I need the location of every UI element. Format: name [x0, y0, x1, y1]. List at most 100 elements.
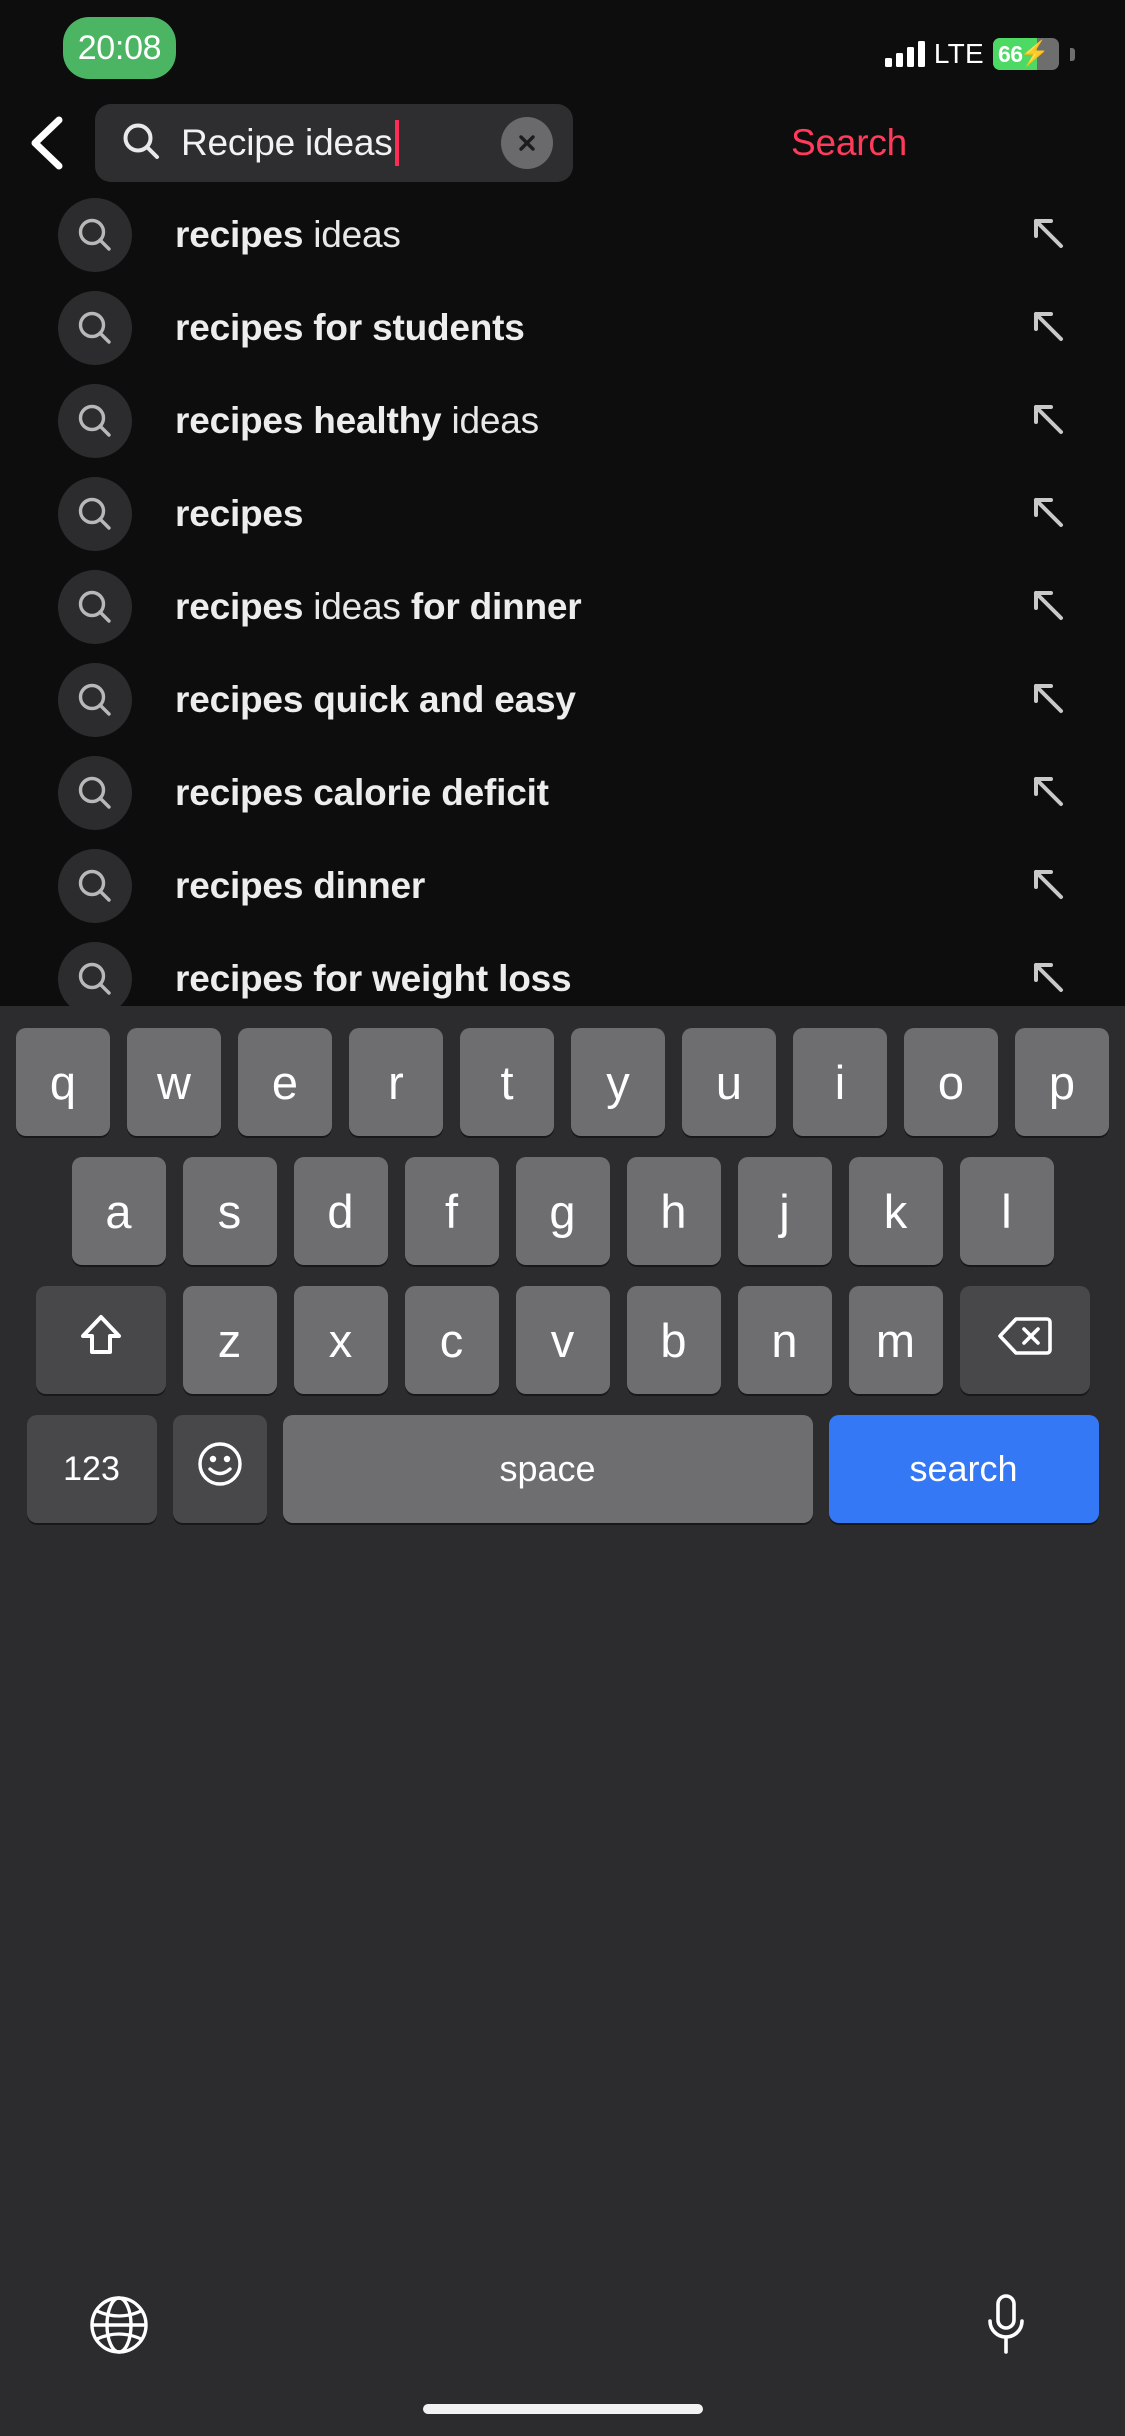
suggestion-label: recipes ideas: [175, 214, 1023, 256]
arrow-up-left-icon[interactable]: [1023, 580, 1077, 634]
suggestion-bold-prefix: recipes for students: [175, 306, 525, 348]
suggestion-row[interactable]: recipes: [0, 467, 1125, 560]
keyboard-row-3-letters: zxcvbn m: [182, 1286, 943, 1394]
key-b[interactable]: b: [626, 1286, 721, 1394]
key-label: u: [715, 1055, 743, 1109]
arrow-up-left-icon[interactable]: [1023, 952, 1077, 1006]
key-label: d: [327, 1184, 354, 1238]
backspace-key[interactable]: [959, 1286, 1090, 1394]
suggestion-bold-prefix: recipes calorie deficit: [175, 771, 549, 813]
arrow-up-left-icon[interactable]: [1023, 859, 1077, 913]
search-icon: [58, 290, 132, 365]
suggestion-bold-prefix: recipes for weight loss: [175, 957, 572, 999]
status-time-pill[interactable]: 20:08: [63, 17, 176, 79]
suggestion-bold-suffix: for dinner: [410, 585, 582, 627]
charging-bolt-icon: ⚡: [1019, 40, 1050, 67]
backspace-icon: [997, 1313, 1052, 1368]
keyboard-row-3-wrapper: zxcvbn m: [0, 1286, 1125, 1394]
key-label: o: [937, 1055, 965, 1109]
key-j[interactable]: j: [737, 1157, 832, 1265]
suggestion-label: recipes healthy ideas: [175, 400, 1023, 442]
suggestion-row[interactable]: recipes healthy ideas: [0, 374, 1125, 467]
key-label: m: [875, 1313, 916, 1367]
key-w[interactable]: w: [127, 1028, 221, 1136]
arrow-up-left-icon[interactable]: [1023, 301, 1077, 355]
key-i[interactable]: i: [793, 1028, 887, 1136]
key-label: l: [1001, 1184, 1012, 1238]
key-k[interactable]: k: [848, 1157, 943, 1265]
arrow-up-left-icon[interactable]: [1023, 394, 1077, 448]
search-input[interactable]: Recipe ideas: [95, 104, 573, 182]
key-label: i: [834, 1055, 846, 1109]
key-label: h: [660, 1184, 687, 1238]
status-time: 20:08: [77, 28, 162, 67]
key-label: t: [500, 1055, 514, 1109]
numbers-key[interactable]: 123: [26, 1415, 157, 1523]
search-suggestions-list: recipes ideas recipes for students recipes…: [0, 188, 1125, 1006]
suggestion-label: recipes dinner: [175, 865, 1023, 907]
key-p[interactable]: p: [1015, 1028, 1109, 1136]
key-l[interactable]: l: [959, 1157, 1054, 1265]
emoji-key[interactable]: [172, 1415, 267, 1523]
key-label: n: [771, 1313, 798, 1367]
key-y[interactable]: y: [571, 1028, 665, 1136]
key-r[interactable]: r: [349, 1028, 443, 1136]
arrow-up-left-icon[interactable]: [1023, 487, 1077, 541]
search-text-wrapper: Recipe ideas: [181, 104, 501, 182]
key-t[interactable]: t: [460, 1028, 554, 1136]
suggestion-row[interactable]: recipes for weight loss: [0, 932, 1125, 1006]
key-n[interactable]: n: [737, 1286, 832, 1394]
key-o[interactable]: o: [904, 1028, 998, 1136]
key-f[interactable]: f: [404, 1157, 499, 1265]
search-key[interactable]: search: [828, 1415, 1099, 1523]
key-g[interactable]: g: [515, 1157, 610, 1265]
status-right-cluster: LTE 66 ⚡: [884, 38, 1075, 70]
suggestion-regular-text: ideas: [303, 213, 401, 255]
suggestion-label: recipes quick and easy: [175, 679, 1023, 721]
suggestion-row[interactable]: recipes ideas: [0, 188, 1125, 281]
suggestion-row[interactable]: recipes for students: [0, 281, 1125, 374]
space-key[interactable]: space: [282, 1415, 813, 1523]
home-indicator[interactable]: [422, 2404, 703, 2414]
arrow-up-left-icon[interactable]: [1023, 673, 1077, 727]
key-m[interactable]: m: [848, 1286, 943, 1394]
key-h[interactable]: h: [626, 1157, 721, 1265]
suggestion-bold-prefix: recipes quick and easy: [175, 678, 576, 720]
search-key-label: search: [909, 1448, 1018, 1489]
arrow-up-left-icon[interactable]: [1023, 766, 1077, 820]
key-a[interactable]: a: [71, 1157, 166, 1265]
search-icon: [58, 941, 132, 1006]
suggestion-row[interactable]: recipes dinner: [0, 839, 1125, 932]
key-q[interactable]: q: [16, 1028, 110, 1136]
globe-key[interactable]: [84, 2292, 154, 2362]
search-icon: [58, 197, 132, 272]
globe-icon: [88, 2294, 150, 2361]
key-v[interactable]: v: [515, 1286, 610, 1394]
suggestion-row[interactable]: recipes quick and easy: [0, 653, 1125, 746]
clear-search-button[interactable]: [501, 117, 553, 169]
search-icon: [58, 755, 132, 830]
key-s[interactable]: s: [182, 1157, 277, 1265]
shift-key[interactable]: [35, 1286, 166, 1394]
key-c[interactable]: c: [404, 1286, 499, 1394]
search-query-text: Recipe ideas: [181, 122, 393, 163]
key-u[interactable]: u: [682, 1028, 776, 1136]
search-icon: [58, 848, 132, 923]
emoji-smiley-icon: [196, 1440, 244, 1498]
key-d[interactable]: d: [293, 1157, 388, 1265]
key-z[interactable]: z: [182, 1286, 277, 1394]
suggestion-row[interactable]: recipes calorie deficit: [0, 746, 1125, 839]
phone-screen: 20:08 LTE 66 ⚡ Recipe ideas Search recip…: [0, 0, 1125, 2436]
search-submit-button[interactable]: Search: [573, 98, 1125, 188]
arrow-up-left-icon[interactable]: [1023, 208, 1077, 262]
battery-icon: 66 ⚡: [993, 38, 1059, 70]
suggestion-row[interactable]: recipes ideas for dinner: [0, 560, 1125, 653]
suggestion-regular-text: ideas: [441, 399, 540, 441]
search-submit-label: Search: [790, 122, 908, 163]
key-label: z: [217, 1313, 242, 1367]
key-e[interactable]: e: [238, 1028, 332, 1136]
back-button[interactable]: [0, 98, 95, 188]
key-x[interactable]: x: [293, 1286, 388, 1394]
suggestion-label: recipes ideas for dinner: [175, 586, 1023, 628]
dictation-key[interactable]: [971, 2292, 1041, 2362]
